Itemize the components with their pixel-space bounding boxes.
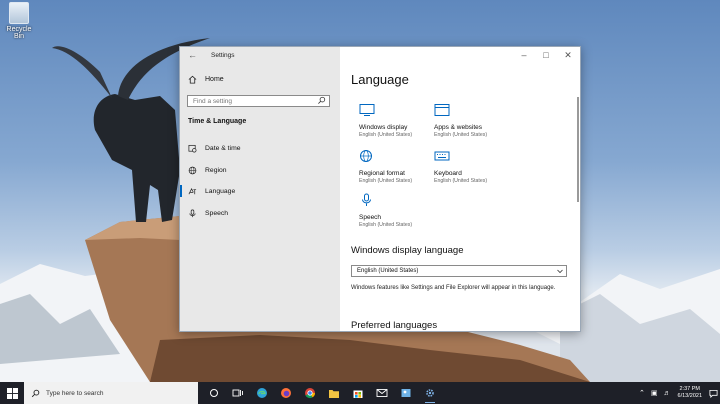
store-icon — [353, 390, 363, 398]
cortana-button[interactable] — [202, 382, 226, 404]
content-scrollbar[interactable] — [577, 97, 579, 202]
tile-subtitle: English (United States) — [359, 132, 413, 138]
notifications-button[interactable] — [706, 382, 720, 404]
tile-apps-websites[interactable]: Apps & websites English (United States) — [434, 103, 514, 138]
close-button[interactable]: ✕ — [562, 50, 574, 61]
navigation-pane: ← Settings Home Find a setting Time & La… — [179, 47, 340, 331]
home-icon — [188, 75, 197, 84]
window-title: Settings — [211, 52, 235, 59]
tile-subtitle: English (United States) — [434, 132, 488, 138]
recycle-bin-icon[interactable]: Recycle Bin — [2, 2, 36, 40]
window-controls: – □ ✕ — [518, 50, 574, 61]
calendar-clock-icon — [188, 144, 197, 153]
search-icon — [318, 96, 326, 104]
nav-item-date-time[interactable]: Date & time — [188, 144, 241, 153]
network-icon[interactable]: ▣ — [651, 389, 658, 397]
microphone-icon — [189, 209, 196, 218]
task-view-button[interactable] — [226, 382, 250, 404]
system-tray: ⌃ ▣ ♬ 2:37 PM 6/13/2021 — [636, 382, 720, 404]
chevron-down-icon — [557, 269, 563, 274]
tile-windows-display[interactable]: Windows display English (United States) — [359, 103, 439, 138]
paint-icon — [401, 389, 411, 397]
nav-item-language[interactable]: Language — [179, 185, 236, 197]
settings-app[interactable] — [418, 382, 442, 404]
tile-subtitle: English (United States) — [434, 178, 488, 184]
nav-home-label: Home — [205, 76, 224, 83]
nav-item-region[interactable]: Region — [188, 166, 227, 175]
action-center-icon — [708, 389, 718, 398]
search-icon — [31, 389, 40, 397]
task-view-icon — [232, 389, 243, 397]
title-bar: ← Settings — [180, 47, 340, 63]
nav-home[interactable]: Home — [188, 75, 224, 84]
taskbar-search-placeholder: Type here to search — [46, 389, 104, 397]
tile-name: Keyboard — [434, 170, 462, 177]
clock-date: 6/13/2021 — [677, 393, 702, 399]
nav-item-label: Language — [205, 188, 236, 195]
clock-time: 2:37 PM — [679, 386, 700, 392]
tile-name: Apps & websites — [434, 124, 483, 131]
microphone-icon — [362, 193, 371, 206]
mail-app[interactable] — [370, 382, 394, 404]
find-setting-input[interactable]: Find a setting — [187, 95, 330, 107]
taskbar-search-box[interactable]: Type here to search — [24, 382, 198, 404]
display-language-dropdown[interactable]: English (United States) — [351, 265, 567, 277]
back-button[interactable]: ← — [188, 50, 197, 60]
nav-item-label: Speech — [205, 210, 229, 217]
app-window-icon — [434, 104, 450, 116]
display-language-value: English (United States) — [357, 268, 419, 274]
globe-icon — [188, 166, 197, 175]
file-explorer-app[interactable] — [322, 382, 346, 404]
mail-icon — [376, 389, 388, 397]
maximize-button[interactable]: □ — [540, 50, 552, 61]
language-icon — [188, 187, 197, 195]
tile-name: Windows display — [359, 124, 408, 131]
edge-app[interactable] — [250, 382, 274, 404]
taskbar: Type here to search ⌃ ▣ ♬ 2:37 PM 6/13/2… — [0, 382, 720, 404]
tile-name: Speech — [359, 214, 382, 221]
folder-icon — [329, 389, 339, 398]
display-language-heading: Windows display language — [351, 245, 464, 256]
chrome-icon — [305, 388, 315, 399]
minimize-button[interactable]: – — [518, 50, 530, 61]
keyboard-icon — [434, 151, 450, 161]
paint-app[interactable] — [394, 382, 418, 404]
tile-keyboard[interactable]: Keyboard English (United States) — [434, 149, 514, 184]
regional-format-icon — [360, 150, 372, 162]
settings-gear-icon — [426, 389, 434, 397]
firefox-app[interactable] — [274, 382, 298, 404]
chrome-app[interactable] — [298, 382, 322, 404]
nav-item-label: Region — [205, 167, 227, 174]
store-app[interactable] — [346, 382, 370, 404]
tile-speech[interactable]: Speech English (United States) — [359, 193, 439, 228]
start-button[interactable] — [0, 382, 24, 404]
tile-regional-format[interactable]: Regional format English (United States) — [359, 149, 439, 184]
edge-icon — [257, 388, 267, 398]
tile-subtitle: English (United States) — [359, 178, 413, 184]
taskbar-pinned-apps — [202, 382, 442, 404]
clock[interactable]: 2:37 PM 6/13/2021 — [678, 386, 702, 400]
page-title: Language — [351, 72, 409, 87]
volume-icon[interactable]: ♬ — [664, 390, 671, 397]
cortana-icon — [210, 389, 218, 397]
windows-logo-icon — [6, 387, 18, 399]
nav-item-label: Date & time — [205, 145, 241, 152]
tile-subtitle: English (United States) — [359, 222, 413, 228]
settings-window: ← Settings Home Find a setting Time & La… — [179, 46, 581, 332]
nav-item-speech[interactable]: Speech — [188, 209, 228, 218]
firefox-icon — [281, 388, 291, 398]
nav-section-title: Time & Language — [188, 118, 247, 125]
show-hidden-icons-icon[interactable]: ⌃ — [639, 389, 645, 397]
tile-name: Regional format — [359, 170, 405, 177]
display-language-description: Windows features like Settings and File … — [351, 285, 556, 291]
monitor-icon — [359, 104, 375, 116]
recycle-bin-label: Recycle Bin — [6, 26, 32, 40]
content-pane: – □ ✕ Language Windows display English (… — [340, 47, 580, 331]
find-setting-placeholder: Find a setting — [193, 97, 233, 105]
preferred-languages-heading: Preferred languages — [351, 320, 438, 331]
